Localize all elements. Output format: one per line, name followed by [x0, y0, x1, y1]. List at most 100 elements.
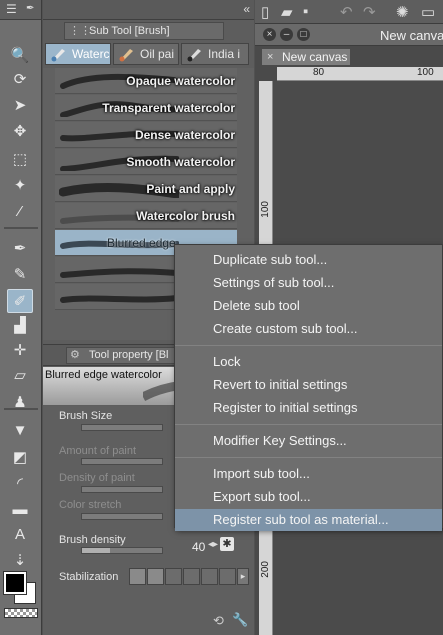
brush-size-label: Brush Size — [59, 410, 113, 422]
undo-icon[interactable]: ↶ — [340, 3, 353, 21]
menu-item[interactable]: Lock — [175, 351, 442, 373]
tab-watercolor[interactable]: Waterco — [45, 43, 111, 65]
eraser-tool-button[interactable]: ▱ — [7, 363, 33, 387]
menu-item[interactable]: Modifier Key Settings... — [175, 430, 442, 452]
color-stretch-slider[interactable] — [81, 513, 163, 520]
tab-oil-paint[interactable]: Oil pai — [113, 43, 179, 65]
amount-of-paint-slider[interactable] — [81, 458, 163, 465]
ruler-label: 200 — [260, 561, 271, 578]
balloon-tool-button[interactable]: ⇣ — [7, 548, 33, 572]
brush-icon: ✐ — [13, 293, 27, 310]
zoom-icon: 🔍 — [10, 47, 30, 64]
tab-close-icon[interactable]: × — [267, 49, 273, 65]
subtool-item[interactable]: Smooth watercolor — [55, 149, 237, 175]
grip-icon: ⋮⋮ — [69, 25, 91, 37]
stabilization-step[interactable] — [201, 568, 218, 585]
pencil-tool-button[interactable]: ✎ — [7, 262, 33, 286]
ruler-label: 100 — [417, 67, 434, 78]
stabilization-step[interactable] — [165, 568, 182, 585]
gradient-icon: ◩ — [12, 449, 28, 466]
decoration-tool-button[interactable]: ✛ — [7, 338, 33, 362]
selection-tool-button[interactable]: ⬚ — [7, 147, 33, 171]
blend-tool-button[interactable]: ♟ — [7, 390, 33, 414]
text-tool-button[interactable]: A — [7, 522, 33, 546]
density-of-paint-slider[interactable] — [81, 486, 163, 493]
pen-tool-button[interactable]: ✒ — [7, 236, 33, 260]
stabilization-label: Stabilization — [59, 571, 119, 583]
main-color-swatch[interactable] — [3, 571, 27, 595]
app-window: ☰ ✒ 🔍 ⟳ ➤ ✥ ⬚ ✦ ⁄ ✒ ✎ ✐ ▟ ✛ ▱ ♟ ▼ ◩ ◜ ▬ A ⇣ « ⋮⋮ Sub Tool [… — [0, 0, 443, 635]
stabilization-step[interactable] — [183, 568, 200, 585]
tab-label: New canvas — [282, 50, 348, 64]
collapse-icon[interactable]: ☰ — [6, 0, 17, 18]
subtool-title-bar[interactable]: ⋮⋮ Sub Tool [Brush] — [64, 22, 224, 40]
brush-tool-button[interactable]: ✐ — [7, 289, 33, 313]
tab-label: India i — [208, 47, 241, 61]
clear-icon[interactable]: ▭ — [421, 3, 435, 21]
menu-item[interactable]: Import sub tool... — [175, 463, 442, 485]
figure-tool-button[interactable]: ◜ — [7, 471, 33, 495]
subtool-item[interactable]: Dense watercolor — [55, 122, 237, 148]
tab-label: Oil pai — [140, 47, 175, 61]
redo-icon[interactable]: ↷ — [363, 3, 376, 21]
menu-item[interactable]: Export sub tool... — [175, 486, 442, 508]
open-folder-icon[interactable]: ▰ — [281, 3, 293, 21]
menu-item[interactable]: Delete sub tool — [175, 295, 442, 317]
frame-tool-button[interactable]: ▬ — [7, 497, 33, 521]
save-icon[interactable]: ▪ — [303, 3, 308, 20]
stabilization-step[interactable] — [147, 568, 164, 585]
stabilization-step[interactable] — [129, 568, 146, 585]
stabilization-arrow-icon[interactable]: ▸ — [237, 568, 249, 585]
settings-cog-icon[interactable]: ✺ — [396, 3, 409, 21]
text-icon: A — [14, 525, 25, 543]
double-chevron-left-icon[interactable]: « — [243, 0, 250, 18]
stabilization-step[interactable] — [219, 568, 236, 585]
subtool-item-label: Transparent watercolor — [102, 101, 235, 115]
stepper-icon[interactable]: ◂▸ — [208, 539, 218, 550]
menu-item[interactable]: Revert to initial settings — [175, 374, 442, 396]
pressure-settings-icon[interactable]: ✱ — [220, 537, 234, 551]
maximize-icon[interactable]: □ — [297, 28, 310, 41]
reset-icon[interactable]: ⟲ — [213, 613, 224, 629]
watercolor-brush-icon — [51, 49, 65, 62]
ruler-label: 80 — [313, 67, 325, 78]
move-layer-icon: ✥ — [13, 123, 27, 140]
eyedropper-tool-button[interactable]: ⁄ — [7, 199, 33, 223]
brush-stroke-preview — [60, 295, 179, 303]
object-tool-button[interactable]: ➤ — [7, 93, 33, 117]
ruler-label: 100 — [260, 201, 271, 218]
fill-tool-button[interactable]: ▼ — [7, 418, 33, 442]
tab-india-ink[interactable]: India i — [181, 43, 249, 65]
rotate-tool-button[interactable]: ⟳ — [7, 67, 33, 91]
subtool-item[interactable]: Paint and apply — [55, 176, 237, 202]
menu-item[interactable]: Settings of sub tool... — [175, 272, 442, 294]
gear-icon: ⚙ — [70, 349, 80, 361]
auto-select-icon: ✦ — [13, 177, 27, 194]
transparent-color-swatch[interactable] — [4, 608, 38, 618]
zoom-tool-button[interactable]: 🔍 — [7, 43, 33, 67]
tab-new-canvas[interactable]: × New canvas — [261, 48, 351, 66]
airbrush-tool-button[interactable]: ▟ — [7, 313, 33, 337]
move-layer-tool-button[interactable]: ✥ — [7, 119, 33, 143]
menu-item[interactable]: Create custom sub tool... — [175, 318, 442, 340]
minimize-icon[interactable]: – — [280, 28, 293, 41]
pen-icon: ✒ — [13, 240, 27, 257]
auto-select-tool-button[interactable]: ✦ — [7, 173, 33, 197]
gradient-tool-button[interactable]: ◩ — [7, 445, 33, 469]
new-file-icon[interactable]: ▯ — [261, 3, 269, 21]
subtool-item[interactable]: Watercolor brush — [55, 203, 237, 229]
subtool-item[interactable]: Transparent watercolor — [55, 95, 237, 121]
menu-item[interactable]: Register to initial settings — [175, 397, 442, 419]
eraser-icon: ▱ — [14, 367, 26, 384]
oil-brush-icon — [119, 49, 133, 62]
subtool-item[interactable]: Opaque watercolor — [55, 68, 237, 94]
wrench-icon[interactable]: 🔧 — [232, 612, 248, 628]
brush-size-slider[interactable] — [81, 424, 163, 431]
menu-item[interactable]: Register sub tool as material... — [175, 509, 442, 531]
brush-density-slider[interactable] — [81, 547, 163, 554]
menu-item[interactable]: Duplicate sub tool... — [175, 249, 442, 271]
rotate-icon: ⟳ — [13, 71, 27, 88]
amount-of-paint-label: Amount of paint — [59, 445, 137, 457]
subtool-title: Sub Tool [Brush] — [89, 25, 170, 37]
close-icon[interactable]: × — [263, 28, 276, 41]
